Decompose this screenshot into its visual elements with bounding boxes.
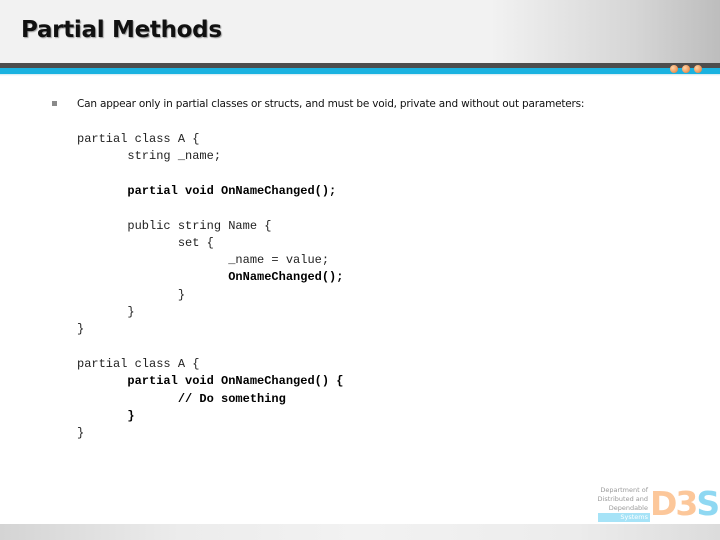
- slide-header: Partial Methods: [0, 0, 720, 63]
- header-divider-shadow: [0, 74, 720, 76]
- logo-line-highlight: Systems: [597, 513, 650, 522]
- code-line: partial void OnNameChanged() {: [77, 374, 344, 389]
- slide-title: Partial Methods: [21, 17, 222, 43]
- code-line: // Do something: [77, 391, 286, 406]
- logo-mark-d: D: [650, 484, 677, 523]
- logo-mark-s: S: [696, 484, 720, 523]
- code-line: partial class A {: [77, 356, 200, 371]
- code-line: public string Name {: [77, 218, 272, 233]
- code-line: partial void OnNameChanged();: [77, 183, 337, 198]
- logo-line: Dependable: [608, 504, 648, 512]
- logo-mark-3: 3: [675, 484, 698, 523]
- orange-dot-icon: [670, 65, 678, 73]
- code-line: }: [77, 426, 85, 441]
- code-line: partial class A {: [77, 132, 200, 146]
- code-line: OnNameChanged();: [77, 270, 344, 285]
- code-line: set {: [77, 235, 214, 250]
- code-line: }: [77, 322, 85, 337]
- logo-department-text: Department of Distributed and Dependable…: [597, 486, 650, 522]
- d3s-logo: Department of Distributed and Dependable…: [590, 484, 720, 523]
- code-line: _name = value;: [77, 253, 330, 268]
- slide-footer: [0, 524, 720, 540]
- orange-dot-icon: [682, 65, 690, 73]
- code-line: string _name;: [77, 149, 222, 164]
- logo-mark: D3S: [650, 484, 720, 523]
- code-line: }: [77, 287, 186, 302]
- logo-line: Department of: [600, 486, 648, 494]
- orange-dot-icon: [694, 65, 702, 73]
- decorative-dots: [670, 65, 702, 73]
- code-line: }: [77, 408, 135, 423]
- code-line: }: [77, 305, 135, 319]
- bullet-square-icon: [52, 101, 57, 106]
- bullet-text: Can appear only in partial classes or st…: [77, 98, 585, 110]
- logo-line: Distributed and: [597, 495, 648, 503]
